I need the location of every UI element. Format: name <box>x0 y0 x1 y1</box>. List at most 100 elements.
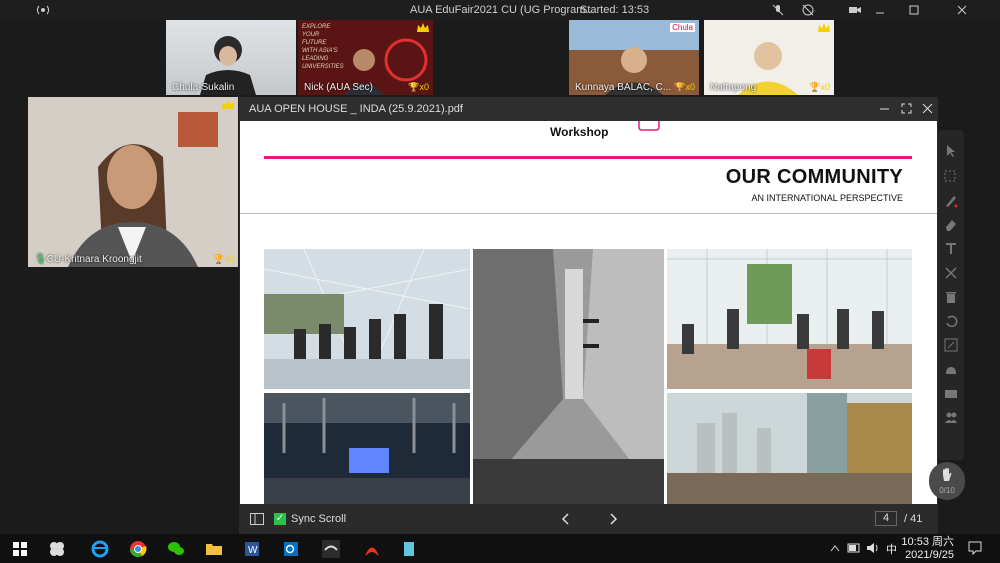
annotation-toolbar <box>938 130 964 460</box>
participant-tile-active-speaker[interactable]: 🎙CU-Kritnara Kroongjit 🏆x0 <box>28 97 238 267</box>
restore-icon[interactable] <box>907 3 921 17</box>
page-total: / 41 <box>904 513 923 525</box>
pdf-viewer: AUA OPEN HOUSE _ INDA (25.9.2021).pdf Wo… <box>239 97 938 534</box>
page-heading: OUR COMMUNITY <box>725 166 903 188</box>
acrobat-icon[interactable] <box>363 540 381 558</box>
text-icon[interactable] <box>944 242 958 256</box>
participant-name: Nick (AUA Sec) <box>304 82 373 93</box>
accent-rule <box>264 156 912 159</box>
pdf-filename: AUA OPEN HOUSE _ INDA (25.9.2021).pdf <box>249 103 463 115</box>
pdf-bottom-bar: ✓ Sync Scroll 4 / 41 <box>239 504 938 534</box>
trophy-count: 🏆x0 <box>213 254 234 264</box>
trophy-count: 🏆x0 <box>674 82 695 92</box>
windows-taskbar: W 中 10:53 周六 2021/9/25 <box>0 534 1000 563</box>
svg-text:W: W <box>248 545 258 556</box>
outlook-icon[interactable] <box>282 540 300 558</box>
system-clock[interactable]: 10:53 周六 2021/9/25 <box>901 536 954 562</box>
sidebar-toggle-icon[interactable] <box>250 513 264 525</box>
page-subheading: AN INTERNATIONAL PERSPECTIVE <box>751 193 903 203</box>
sync-scroll-label[interactable]: Sync Scroll <box>291 513 346 525</box>
workshop-label: Workshop <box>550 125 609 139</box>
score: x0 <box>224 254 234 264</box>
museum-corridor-photo <box>473 249 664 504</box>
hand-icon <box>943 468 952 481</box>
crown-icon <box>222 100 234 109</box>
score: x0 <box>685 82 695 92</box>
sync-scroll-checkbox[interactable]: ✓ <box>274 513 286 525</box>
wechat-icon[interactable] <box>167 540 185 558</box>
speaker-muted-icon[interactable] <box>801 3 815 17</box>
community-photo <box>264 249 470 389</box>
logo-badge: Chula <box>670 23 695 32</box>
save-icon[interactable] <box>944 362 958 376</box>
trophy-count: 🏆x0 <box>809 82 830 92</box>
internet-explorer-icon[interactable] <box>91 540 109 558</box>
banner-text: EXPLORE YOUR FUTURE WITH ASIA'S LEADING … <box>302 24 344 70</box>
mic-icon: 🎙 <box>34 254 47 265</box>
community-photo <box>473 249 664 504</box>
group-net-photo <box>264 249 470 389</box>
community-photo <box>667 393 912 504</box>
camera-icon[interactable] <box>848 3 862 17</box>
score: x0 <box>419 82 429 92</box>
community-photo <box>667 249 912 389</box>
prev-page-icon[interactable] <box>561 513 571 525</box>
trash-icon[interactable] <box>944 290 958 304</box>
users-icon[interactable] <box>944 410 958 424</box>
mic-muted-icon[interactable] <box>771 3 785 17</box>
cursor-icon[interactable] <box>944 144 958 158</box>
raise-hand-button[interactable]: 0/10 <box>929 462 965 500</box>
participant-name: Nattapong <box>710 82 757 93</box>
meeting-app-icon[interactable] <box>322 540 340 558</box>
city-construction-photo <box>667 393 912 504</box>
participant-tile[interactable]: Chula Kunnaya BALAC, C... 🏆x0 <box>569 20 699 95</box>
participant-tile[interactable]: Nattapong 🏆x0 <box>704 20 834 95</box>
select-icon[interactable] <box>944 170 958 184</box>
next-page-icon[interactable] <box>608 513 618 525</box>
top-bar: AUA EduFair2021 CU (UG Program... Starte… <box>0 0 1000 20</box>
crown-icon <box>417 23 429 32</box>
meeting-started: Started: 13:53 <box>580 4 650 16</box>
participant-tile[interactable]: EXPLORE YOUR FUTURE WITH ASIA'S LEADING … <box>298 20 433 95</box>
broadcast-icon[interactable] <box>36 3 50 17</box>
conference-app: AUA EduFair2021 CU (UG Program... Starte… <box>0 0 1000 563</box>
eraser-icon[interactable] <box>944 218 958 232</box>
pdf-titlebar: AUA OPEN HOUSE _ INDA (25.9.2021).pdf <box>239 97 938 121</box>
battery-icon[interactable] <box>847 543 861 553</box>
fullscreen-icon[interactable] <box>900 102 913 115</box>
scissors-icon[interactable] <box>944 266 958 280</box>
ime-indicator[interactable]: 中 <box>886 541 897 557</box>
minimize-icon[interactable] <box>873 3 887 17</box>
pen-icon[interactable] <box>944 194 958 208</box>
meeting-title: AUA EduFair2021 CU (UG Program... <box>410 4 595 16</box>
trophy-count: 🏆x0 <box>408 82 429 92</box>
word-icon[interactable]: W <box>243 540 261 558</box>
participant-name: Kunnaya BALAC, C... <box>575 82 672 93</box>
chevron-up-icon[interactable] <box>830 544 840 552</box>
undo-icon[interactable] <box>944 314 958 328</box>
community-photo <box>264 393 470 504</box>
chrome-icon[interactable] <box>129 540 147 558</box>
pdf-page[interactable]: Workshop OUR COMMUNITY AN INTERNATIONAL … <box>240 121 937 504</box>
toolbox-icon[interactable] <box>944 386 958 400</box>
participant-name: Chula-Sukalin <box>172 82 235 93</box>
divider <box>240 213 937 214</box>
close-icon[interactable] <box>955 3 969 17</box>
minimize-icon[interactable] <box>878 102 891 115</box>
participant-tile[interactable]: Chula-Sukalin <box>166 20 296 95</box>
app-flower-icon[interactable] <box>48 540 66 558</box>
close-icon[interactable] <box>921 102 934 115</box>
windows-start-icon[interactable] <box>11 540 29 558</box>
participant-video <box>28 97 238 267</box>
clock-time: 10:53 周六 <box>901 536 954 548</box>
score: x0 <box>820 82 830 92</box>
participant-name-text: CU-Kritnara Kroongjit <box>46 254 142 265</box>
tools-progress: 0/10 <box>939 486 955 495</box>
concert-hall-photo <box>264 393 470 504</box>
volume-icon[interactable] <box>866 542 880 554</box>
notes-app-icon[interactable] <box>400 540 418 558</box>
file-explorer-icon[interactable] <box>205 540 223 558</box>
page-number-input[interactable]: 4 <box>875 511 897 526</box>
edit-icon[interactable] <box>944 338 958 352</box>
notifications-icon[interactable] <box>968 541 982 555</box>
